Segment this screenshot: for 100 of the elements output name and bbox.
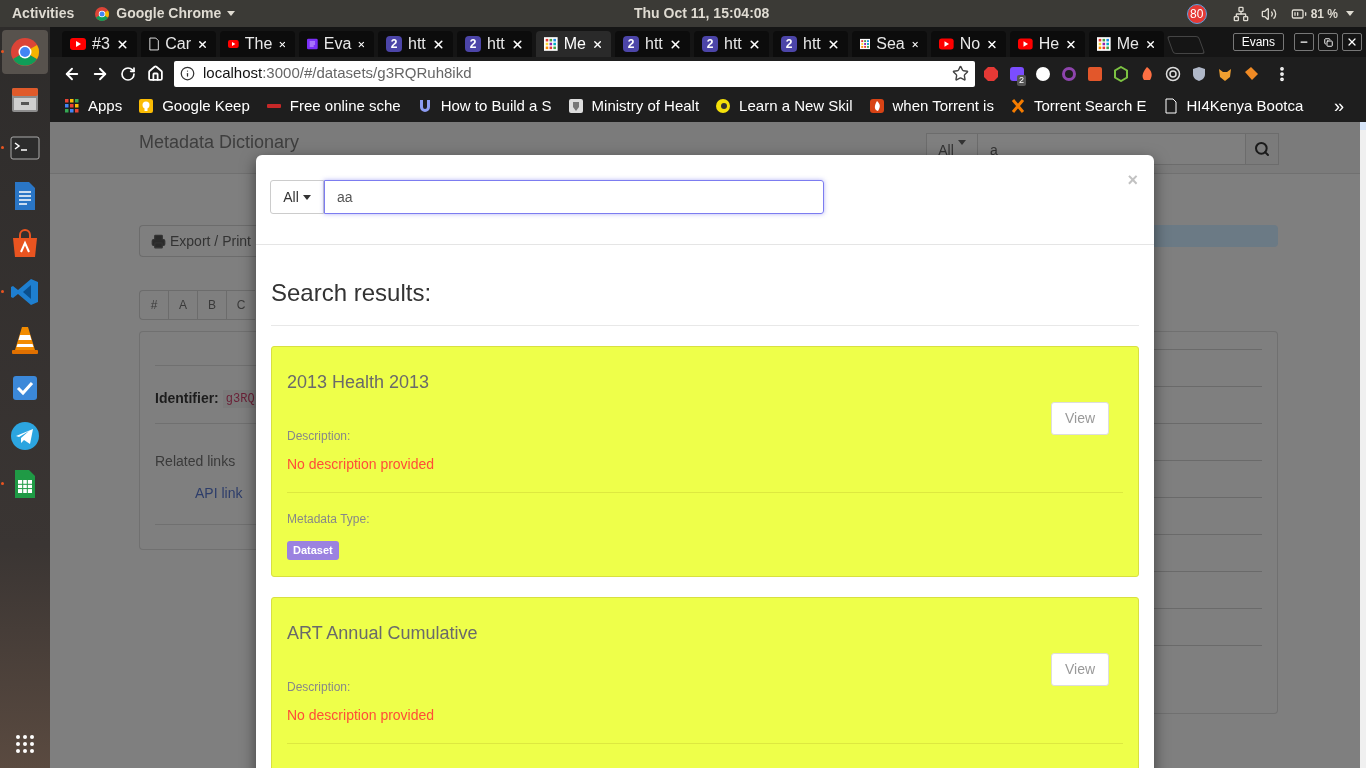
number-icon: 2 — [386, 36, 402, 52]
crest-icon — [567, 98, 584, 114]
paper-plane-icon[interactable] — [9, 420, 41, 452]
address-bar[interactable]: localhost:3000/#/datasets/g3RQRuh8ikd — [174, 60, 975, 87]
hexagon-icon[interactable] — [1113, 65, 1129, 82]
traffic-cone-icon[interactable] — [9, 324, 41, 356]
bookmark-item[interactable]: when Torrent is — [868, 94, 994, 118]
target-icon[interactable] — [1165, 65, 1181, 82]
caret-icon — [227, 11, 236, 16]
restore-button[interactable] — [1318, 33, 1338, 51]
code-editor-icon[interactable] — [9, 276, 41, 308]
browser-tab[interactable]: Car — [141, 31, 216, 57]
browser-tab[interactable]: 2 htt — [694, 31, 769, 57]
type-label: Metadata Type: — [287, 512, 370, 526]
close-icon[interactable] — [827, 37, 840, 51]
tag-icon[interactable] — [1243, 65, 1259, 82]
bookmark-item[interactable]: How to Build a S — [416, 94, 552, 118]
close-icon — [1346, 36, 1358, 48]
more-bookmarks-button[interactable]: » — [1334, 92, 1344, 120]
bookmark-item[interactable]: Google Keep — [138, 94, 250, 118]
tab-title: htt — [803, 34, 821, 54]
type-tag: Dataset — [287, 541, 339, 560]
document-icon — [307, 36, 318, 52]
clock[interactable]: Thu Oct 11, 15:04:08 — [634, 3, 770, 24]
play-icon — [939, 38, 954, 50]
browser-tab[interactable]: #3 — [62, 31, 137, 57]
ring-icon[interactable] — [1061, 65, 1077, 82]
identifier-value: g3RQ — [222, 389, 258, 408]
bookmark-item[interactable]: Apps — [64, 94, 123, 118]
description-text: No description provided — [287, 706, 436, 723]
close-icon[interactable] — [748, 37, 761, 51]
number-icon: 2 — [623, 36, 639, 52]
close-icon[interactable] — [432, 37, 445, 51]
stop-sign-icon[interactable] — [983, 65, 999, 82]
volume-icon[interactable] — [1260, 5, 1277, 22]
home-icon[interactable] — [147, 65, 164, 82]
info-icon[interactable] — [180, 66, 195, 81]
notification-badge[interactable]: 80 — [1186, 3, 1207, 24]
printer-icon — [151, 233, 166, 249]
cross-icon — [1009, 98, 1026, 114]
browser-tab[interactable]: Me — [1089, 31, 1164, 57]
result-title: 2013 Health 2013 — [287, 371, 431, 393]
browser-tab[interactable]: 2 htt — [378, 31, 453, 57]
profile-button[interactable]: Evans — [1232, 33, 1284, 51]
restore-icon — [1323, 37, 1333, 47]
app-grid-icon[interactable] — [15, 734, 35, 754]
browser-tab[interactable]: He — [1010, 31, 1085, 57]
bookmark-item[interactable]: Ministry of Healt — [567, 94, 700, 118]
filter-dropdown[interactable]: All — [270, 180, 324, 214]
bookmark-item[interactable]: Free online sche — [265, 94, 401, 118]
browser-tab[interactable]: The — [220, 31, 295, 57]
tab-title: #3 — [92, 34, 110, 54]
browser-tab[interactable]: 2 htt — [615, 31, 690, 57]
close-button[interactable] — [1342, 33, 1362, 51]
tab-title: He — [1038, 34, 1060, 54]
url-text: localhost:3000/#/datasets/g3RQRuh8ikd — [203, 63, 472, 84]
network-icon[interactable] — [1232, 5, 1249, 22]
grid-icon — [544, 36, 558, 52]
minimize-button[interactable] — [1294, 33, 1314, 51]
search-button[interactable] — [1245, 133, 1279, 165]
extension-badge: 2 — [1017, 74, 1026, 86]
reload-icon[interactable] — [120, 65, 136, 82]
browser-tab[interactable]: Eva — [299, 31, 374, 57]
browser-tab[interactable]: No — [931, 31, 1006, 57]
battery-level[interactable]: 81 % — [1310, 4, 1338, 23]
browser-tab[interactable]: 2 htt — [457, 31, 532, 57]
play-icon — [228, 38, 239, 50]
number-icon: 2 — [702, 36, 718, 52]
close-icon[interactable] — [511, 37, 524, 51]
grid-icon — [860, 36, 871, 52]
bookmark-item[interactable]: HI4Kenya Bootca — [1162, 94, 1304, 118]
browser-tab[interactable]: 2 htt — [773, 31, 848, 57]
bookmark-star-icon[interactable] — [952, 65, 969, 82]
chrome-icon — [94, 5, 111, 22]
tab-title: htt — [487, 34, 505, 54]
description-label: Description: — [287, 679, 352, 694]
circle-icon[interactable] — [1035, 65, 1051, 82]
tab-title: htt — [724, 34, 742, 54]
tab-title: Eva — [323, 34, 352, 54]
lightbulb-icon — [138, 98, 155, 114]
activities-button[interactable]: Activities — [12, 3, 75, 24]
dock-item[interactable] — [2, 30, 48, 74]
chrome-icon[interactable] — [9, 36, 41, 68]
app-menu[interactable]: Google Chrome — [94, 3, 236, 24]
close-icon[interactable] — [669, 37, 682, 51]
close-icon[interactable] — [116, 37, 129, 51]
result-title: ART Annual Cumulative — [287, 621, 479, 644]
search-icon — [1254, 141, 1270, 157]
browser-tab[interactable]: Sea — [852, 31, 927, 57]
tab-title: Sea — [876, 34, 905, 54]
number-icon: 2 — [781, 36, 797, 52]
browser-tab[interactable]: Me — [536, 31, 611, 57]
caret-icon — [1346, 11, 1354, 16]
bookmark-item[interactable]: Torrent Search E — [1009, 94, 1147, 118]
search-field[interactable]: aa — [324, 180, 824, 214]
tab-title: Me — [1116, 34, 1139, 54]
square-icon[interactable] — [1009, 65, 1025, 82]
bookmark-item[interactable]: Learn a New Skil — [715, 94, 853, 118]
shield-icon[interactable] — [1191, 65, 1207, 82]
related-links-label: Related links — [155, 452, 237, 471]
